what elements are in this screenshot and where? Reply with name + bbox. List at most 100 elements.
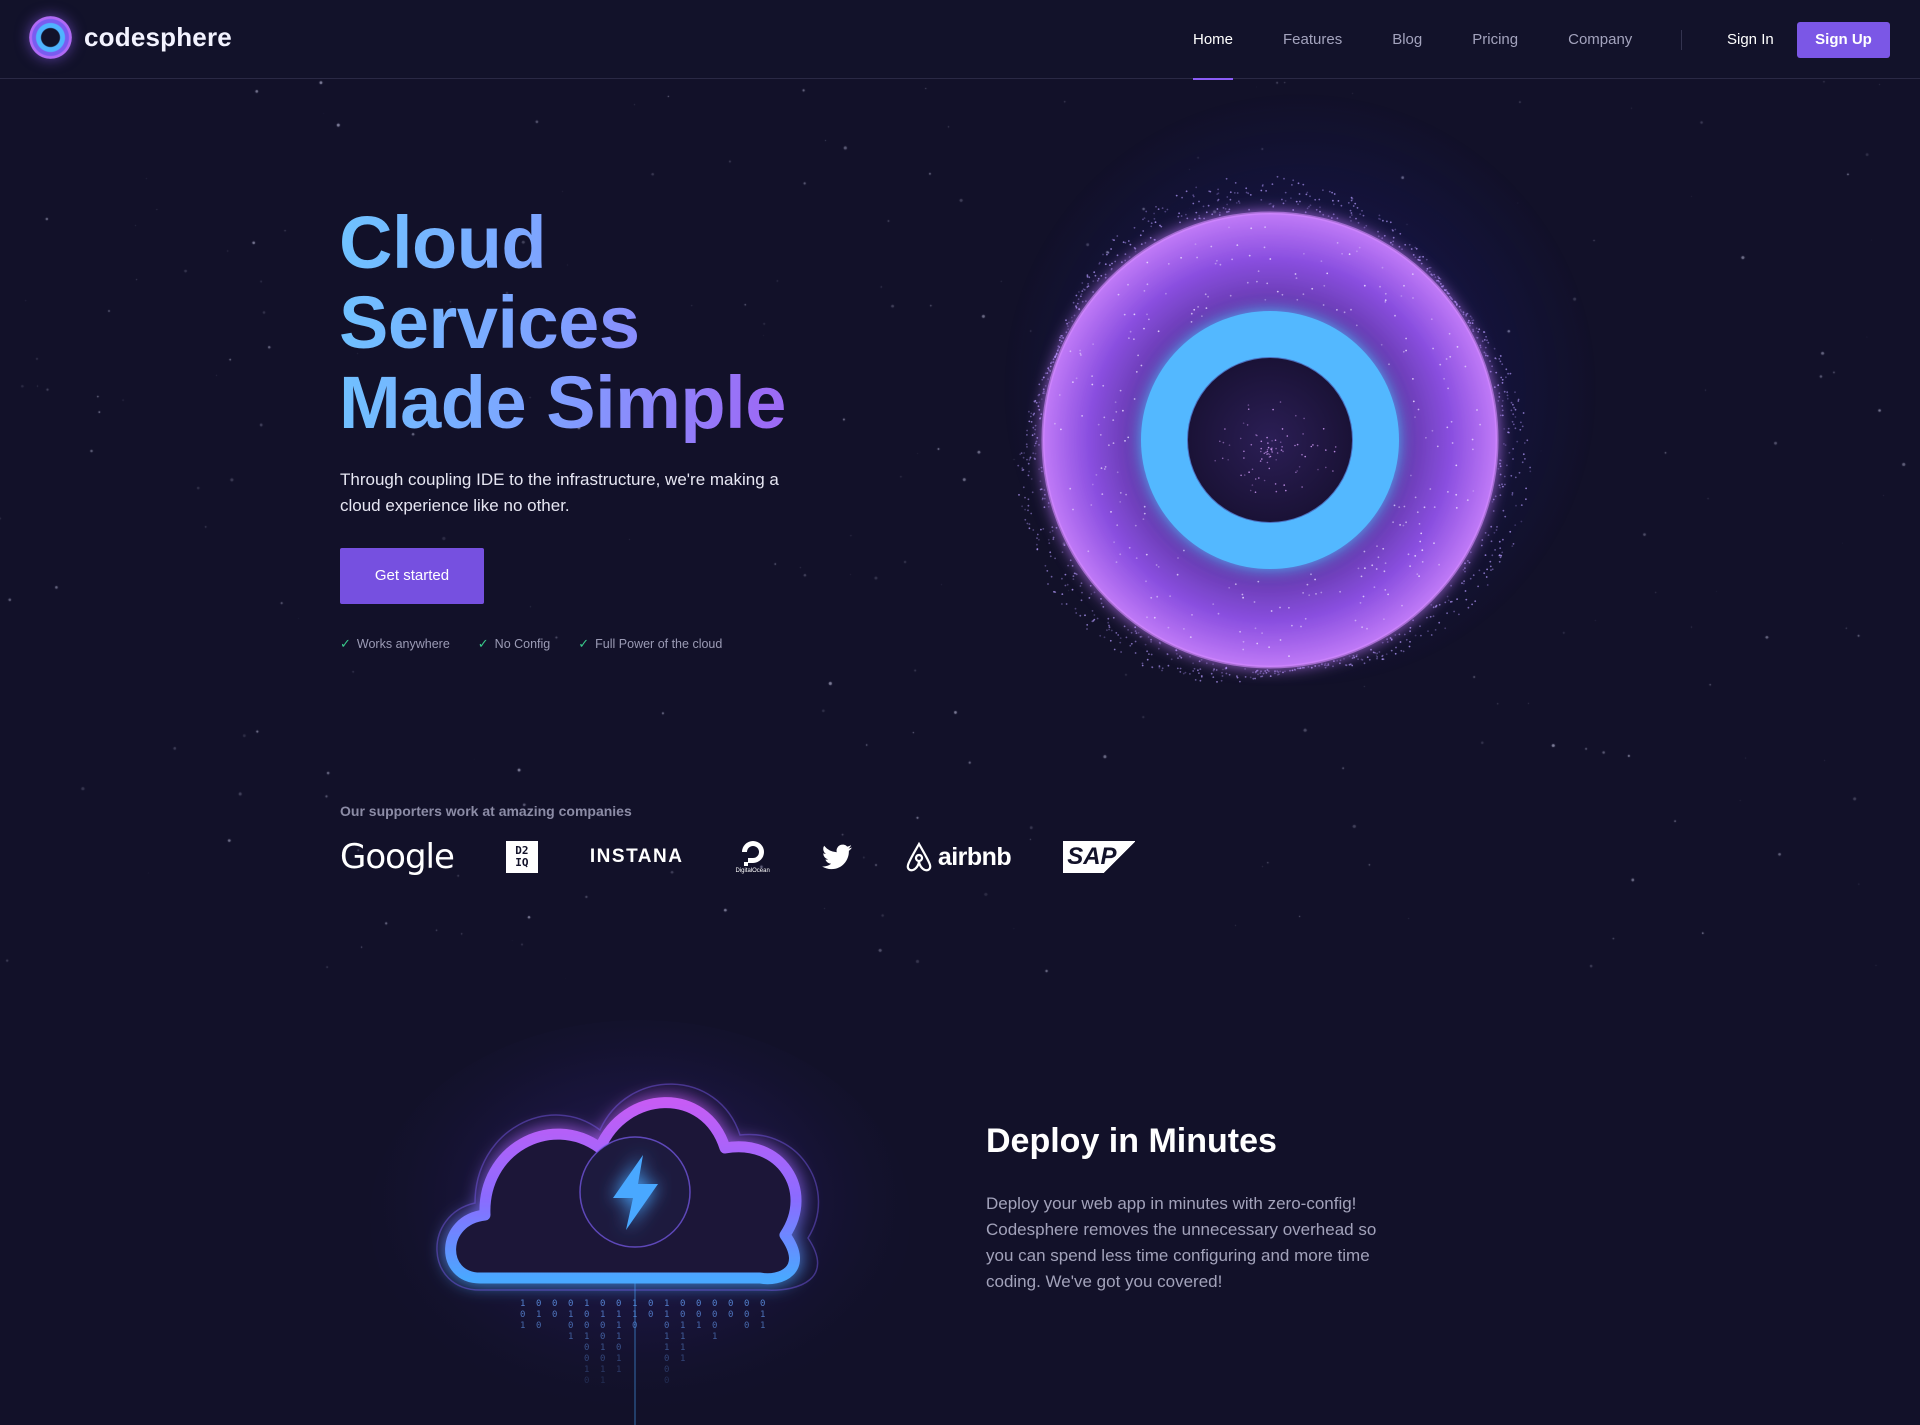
d2iq-logo-bottom: IQ <box>515 856 529 869</box>
svg-text:1: 1 <box>616 1310 621 1320</box>
svg-text:1: 1 <box>568 1332 573 1342</box>
svg-text:1: 1 <box>584 1365 589 1375</box>
page: codesphere Home Features Blog Pricing Co… <box>0 0 1920 1425</box>
svg-text:0: 0 <box>616 1299 621 1309</box>
svg-text:0: 0 <box>664 1321 669 1331</box>
svg-text:0: 0 <box>520 1310 525 1320</box>
svg-text:0: 0 <box>552 1299 557 1309</box>
svg-text:1: 1 <box>536 1310 541 1320</box>
feature-list: ✓ Works anywhere ✓ No Config ✓ Full Powe… <box>340 636 750 652</box>
sign-in-link[interactable]: Sign In <box>1727 31 1774 48</box>
svg-text:0: 0 <box>760 1299 765 1309</box>
check-icon: ✓ <box>578 636 590 651</box>
svg-text:1: 1 <box>600 1343 605 1353</box>
svg-text:0: 0 <box>744 1321 749 1331</box>
deploy-title: Deploy in Minutes <box>986 1122 1277 1160</box>
nav-divider <box>1681 30 1682 50</box>
svg-text:0: 0 <box>696 1310 701 1320</box>
feature-item: ✓ Works anywhere <box>340 636 450 652</box>
svg-text:1: 1 <box>520 1299 525 1309</box>
orb-graphic <box>1017 175 1532 683</box>
instana-logo: INSTANA <box>589 846 684 867</box>
svg-text:0: 0 <box>584 1310 589 1320</box>
check-icon: ✓ <box>477 636 489 651</box>
svg-text:0: 0 <box>600 1299 605 1309</box>
feature-label: Works anywhere <box>356 637 450 651</box>
svg-text:1: 1 <box>616 1354 621 1364</box>
hero-title-line: Services <box>339 281 640 364</box>
nav-item-company[interactable]: Company <box>1550 0 1650 79</box>
sign-up-button[interactable]: Sign Up <box>1797 22 1890 58</box>
svg-text:1: 1 <box>680 1343 685 1353</box>
supporters-title: Our supporters work at amazing companies <box>340 803 632 819</box>
airbnb-belo-icon <box>906 841 932 872</box>
svg-text:0: 0 <box>680 1299 685 1309</box>
d2iq-logo: D2 IQ <box>505 841 538 873</box>
svg-text:0: 0 <box>696 1299 701 1309</box>
svg-text:0: 0 <box>600 1354 605 1364</box>
get-started-button[interactable]: Get started <box>340 548 484 604</box>
google-logo: Google <box>340 837 455 877</box>
sap-logo: SAP <box>1063 841 1135 873</box>
svg-text:1: 1 <box>616 1321 621 1331</box>
nav-item-home[interactable]: Home <box>1175 0 1251 80</box>
feature-label: Full Power of the cloud <box>595 637 723 651</box>
svg-text:1: 1 <box>664 1332 669 1342</box>
svg-text:0: 0 <box>600 1332 605 1342</box>
airbnb-logo: airbnb <box>904 841 1012 873</box>
hero-orb-illustration <box>980 90 1600 740</box>
svg-text:0: 0 <box>600 1321 605 1331</box>
svg-text:0: 0 <box>584 1376 589 1386</box>
svg-text:1: 1 <box>664 1310 669 1320</box>
ring-logo-icon <box>29 16 72 59</box>
svg-text:0: 0 <box>536 1321 541 1331</box>
svg-text:0: 0 <box>584 1354 589 1364</box>
svg-text:1: 1 <box>600 1365 605 1375</box>
svg-text:1: 1 <box>696 1321 701 1331</box>
cloud-graphic: 1010100001011001001001001011011101111000… <box>370 1020 910 1425</box>
svg-text:1: 1 <box>680 1332 685 1342</box>
svg-text:0: 0 <box>568 1299 573 1309</box>
svg-text:1: 1 <box>616 1365 621 1375</box>
hero-title-line: Cloud <box>339 201 547 284</box>
svg-text:1: 1 <box>600 1376 605 1386</box>
svg-text:0: 0 <box>584 1343 589 1353</box>
airbnb-wordmark: airbnb <box>937 842 1012 871</box>
svg-text:0: 0 <box>664 1354 669 1364</box>
deploy-description: Deploy your web app in minutes with zero… <box>986 1194 1377 1291</box>
svg-text:1: 1 <box>616 1332 621 1342</box>
nav-item-pricing[interactable]: Pricing <box>1454 0 1536 79</box>
brand-logo[interactable]: codesphere <box>29 16 232 59</box>
svg-text:0: 0 <box>648 1310 653 1320</box>
svg-text:0: 0 <box>584 1321 589 1331</box>
svg-text:0: 0 <box>728 1310 733 1320</box>
svg-text:0: 0 <box>712 1310 717 1320</box>
nav-item-blog[interactable]: Blog <box>1374 0 1440 79</box>
svg-text:0: 0 <box>664 1376 669 1386</box>
nav-item-features[interactable]: Features <box>1265 0 1360 79</box>
feature-item: ✓ No Config <box>478 636 551 652</box>
hero-title: Cloud Services Made Simple <box>339 203 899 443</box>
digitalocean-logo: DigitalOcean <box>735 840 770 874</box>
orb-core <box>1188 358 1352 522</box>
brand-name: codesphere <box>84 22 232 52</box>
svg-text:0: 0 <box>552 1310 557 1320</box>
svg-text:1: 1 <box>680 1354 685 1364</box>
feature-label: No Config <box>494 637 551 651</box>
svg-text:1: 1 <box>760 1321 765 1331</box>
company-logos: Google D2 IQ INSTANA DigitalOcean airbnb <box>340 835 1187 879</box>
svg-text:1: 1 <box>520 1321 525 1331</box>
svg-text:1: 1 <box>680 1321 685 1331</box>
svg-text:0: 0 <box>536 1299 541 1309</box>
svg-text:1: 1 <box>600 1310 605 1320</box>
check-icon: ✓ <box>340 636 351 651</box>
svg-text:0: 0 <box>712 1299 717 1309</box>
svg-text:1: 1 <box>584 1299 589 1309</box>
svg-text:1: 1 <box>568 1310 573 1320</box>
svg-text:0: 0 <box>744 1310 749 1320</box>
svg-text:0: 0 <box>744 1299 749 1309</box>
svg-text:0: 0 <box>664 1365 669 1375</box>
svg-text:0: 0 <box>616 1343 621 1353</box>
digitalocean-drop-icon <box>741 840 764 866</box>
svg-text:1: 1 <box>712 1332 717 1342</box>
